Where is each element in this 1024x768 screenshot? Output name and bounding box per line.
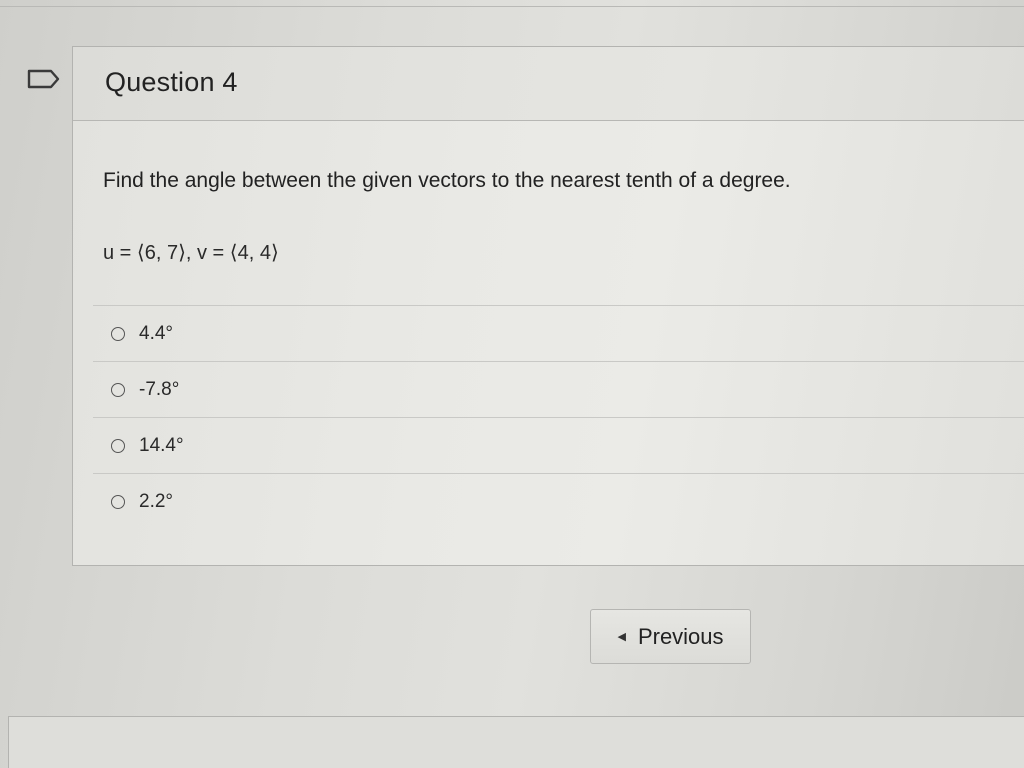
radio-unchecked-icon[interactable] bbox=[111, 494, 125, 509]
previous-button[interactable]: ◀ Previous bbox=[590, 609, 751, 664]
question-title: Question 4 bbox=[105, 67, 238, 97]
radio-unchecked-icon[interactable] bbox=[111, 438, 125, 453]
answer-choice-label: 4.4° bbox=[139, 322, 174, 344]
answer-choice-label: 14.4° bbox=[139, 434, 184, 456]
answer-choice-label: -7.8° bbox=[139, 378, 180, 400]
answer-choices: 4.4° -7.8° 14.4° 2.2° bbox=[93, 305, 1024, 529]
answer-choice-label: 2.2° bbox=[139, 490, 174, 512]
answer-choice-1[interactable]: 4.4° bbox=[93, 305, 1024, 361]
question-card: Question 4 Find the angle between the gi… bbox=[72, 46, 1024, 566]
answer-choice-2[interactable]: -7.8° bbox=[93, 361, 1024, 417]
radio-unchecked-icon[interactable] bbox=[111, 382, 125, 397]
answer-choice-3[interactable]: 14.4° bbox=[93, 417, 1024, 473]
bookmark-flag-icon[interactable] bbox=[26, 68, 62, 90]
quiz-page: Question 4 Find the angle between the gi… bbox=[0, 0, 1024, 768]
question-vectors: u = ⟨6, 7⟩, v = ⟨4, 4⟩ bbox=[103, 242, 279, 264]
top-divider bbox=[0, 6, 1024, 7]
next-question-card bbox=[8, 716, 1024, 768]
answer-choice-4[interactable]: 2.2° bbox=[93, 473, 1024, 529]
caret-left-icon: ◀ bbox=[617, 631, 626, 643]
previous-button-label: Previous bbox=[637, 623, 724, 649]
question-header: Question 4 bbox=[73, 47, 1024, 121]
radio-unchecked-icon[interactable] bbox=[111, 326, 125, 341]
question-prompt: Find the angle between the given vectors… bbox=[103, 169, 791, 192]
